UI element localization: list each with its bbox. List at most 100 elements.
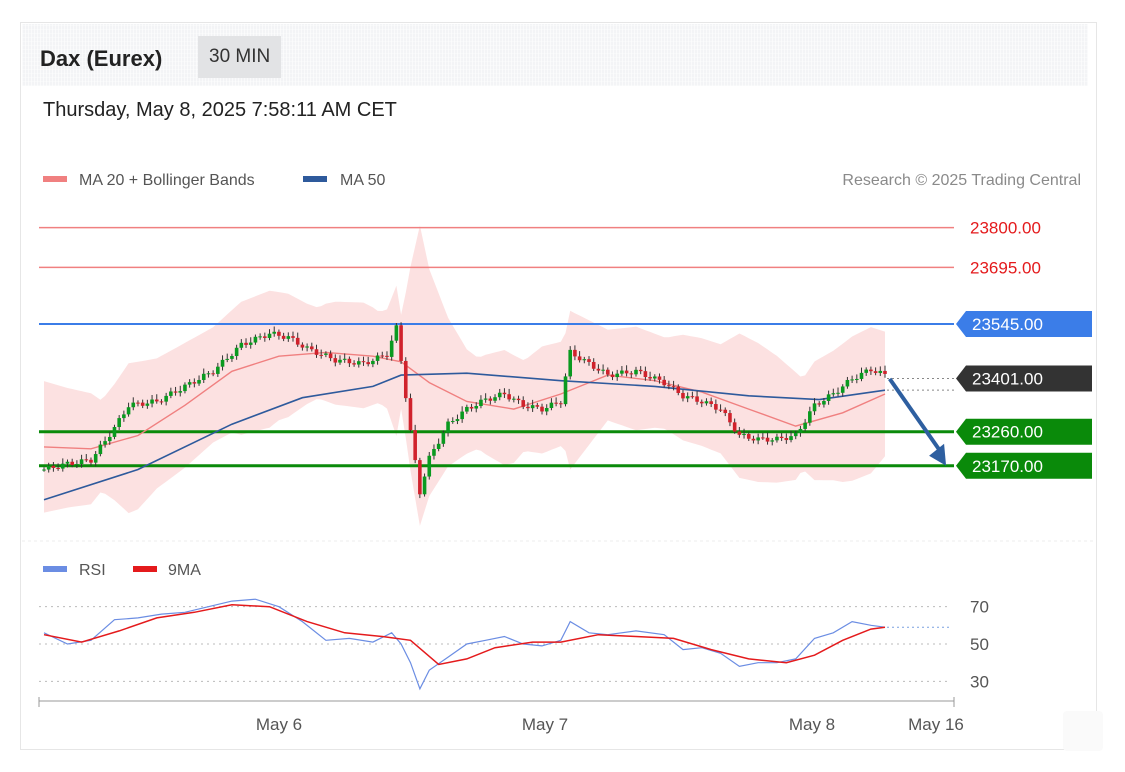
candle-body xyxy=(140,402,145,406)
candle-body xyxy=(695,396,699,402)
legend-swatch-ma20 xyxy=(43,176,67,182)
legend-swatch-9ma xyxy=(133,566,157,572)
candle-body xyxy=(563,376,568,405)
candle-body xyxy=(239,342,244,348)
legend-label-9ma: 9MA xyxy=(168,562,201,579)
candle-body xyxy=(356,361,361,365)
candle-body xyxy=(328,353,333,359)
candle-body xyxy=(530,405,535,409)
candle-body xyxy=(610,374,615,378)
candle-body xyxy=(826,394,831,401)
candle-body xyxy=(869,369,873,372)
candle-body xyxy=(201,373,206,380)
candle-body xyxy=(192,382,197,384)
candle-body xyxy=(808,411,812,423)
candle-body xyxy=(230,356,234,359)
candle-body xyxy=(643,371,648,378)
candle-body xyxy=(493,397,497,401)
candle-body xyxy=(544,407,549,412)
candle-body xyxy=(554,402,558,404)
candle-body xyxy=(718,409,723,411)
candle-body xyxy=(521,400,526,407)
candle-body xyxy=(300,344,305,348)
rsi-line xyxy=(43,598,886,691)
legend-swatch-rsi xyxy=(43,566,67,572)
candle-body xyxy=(855,378,859,380)
candle-body xyxy=(761,437,765,439)
candle-body xyxy=(366,362,370,365)
x-tick-label: May 7 xyxy=(522,715,568,734)
rsi-tick-label: 50 xyxy=(970,635,989,654)
candle-body xyxy=(615,373,619,378)
legend-label-rsi: RSI xyxy=(79,562,106,579)
candle-body xyxy=(779,436,784,439)
candle-body xyxy=(159,401,164,403)
forecast-arrow xyxy=(888,377,947,466)
candle-body xyxy=(427,455,432,477)
candle-body xyxy=(375,355,380,361)
candle-body xyxy=(465,406,469,412)
candle-body xyxy=(667,385,671,387)
candle-body xyxy=(812,403,817,412)
candle-body xyxy=(728,413,732,423)
candle-body xyxy=(878,370,883,373)
candle-body xyxy=(479,399,483,407)
candle-body xyxy=(131,402,136,408)
candle-body xyxy=(516,398,521,401)
candle-body xyxy=(432,448,436,456)
candle-body xyxy=(319,354,324,356)
candle-body xyxy=(352,363,356,365)
legend-label-ma20: MA 20 + Bollinger Bands xyxy=(79,172,255,189)
price-chart: MA 20 + Bollinger Bands MA 50 Research ©… xyxy=(22,172,1096,734)
candle-body xyxy=(840,386,845,393)
candle-body xyxy=(60,463,65,469)
candle-body xyxy=(46,465,51,470)
candle-body xyxy=(831,393,836,395)
x-axis: May 6 May 7 May 8 May 16 xyxy=(38,697,964,734)
candle-body xyxy=(338,359,342,363)
legend-label-ma50: MA 50 xyxy=(340,172,385,189)
candle-body xyxy=(507,394,511,400)
candle-body xyxy=(676,386,681,393)
arrow-shaft xyxy=(888,377,944,455)
candle-body xyxy=(483,398,488,400)
candle-body xyxy=(51,465,56,468)
candle-body xyxy=(211,373,215,375)
candle-body xyxy=(587,359,591,362)
candle-body xyxy=(173,391,178,393)
candle-body xyxy=(385,355,389,357)
candle-body xyxy=(789,436,793,441)
candle-body xyxy=(70,461,74,465)
candle-body xyxy=(65,461,70,464)
candle-body xyxy=(187,382,192,385)
candle-body xyxy=(112,427,117,437)
candle-body xyxy=(859,372,864,379)
candle-body xyxy=(770,440,775,442)
candle-body xyxy=(681,392,685,399)
x-tick-label: May 6 xyxy=(256,715,302,734)
candle-body xyxy=(225,358,230,360)
candle-body xyxy=(573,349,577,357)
candle-body xyxy=(638,369,643,372)
candle-body xyxy=(361,361,366,363)
candle-body xyxy=(314,349,319,355)
candle-body xyxy=(512,398,516,400)
candle-body xyxy=(657,376,662,380)
candle-body xyxy=(624,370,629,374)
candle-body xyxy=(178,391,183,393)
candle-body xyxy=(497,392,502,398)
candle-body xyxy=(709,401,713,405)
candle-body xyxy=(540,406,544,412)
candle-body xyxy=(206,373,211,375)
copyright-text: Research © 2025 Trading Central xyxy=(842,172,1081,189)
candle-body xyxy=(347,358,352,364)
candle-body xyxy=(704,401,709,404)
candle-body xyxy=(263,336,267,338)
candle-body xyxy=(671,386,676,388)
candle-body xyxy=(436,443,441,449)
candle-body xyxy=(455,419,460,422)
bollinger-bands xyxy=(44,225,885,526)
candle-body xyxy=(380,355,385,357)
candle-body xyxy=(850,379,854,381)
candle-body xyxy=(295,337,300,345)
